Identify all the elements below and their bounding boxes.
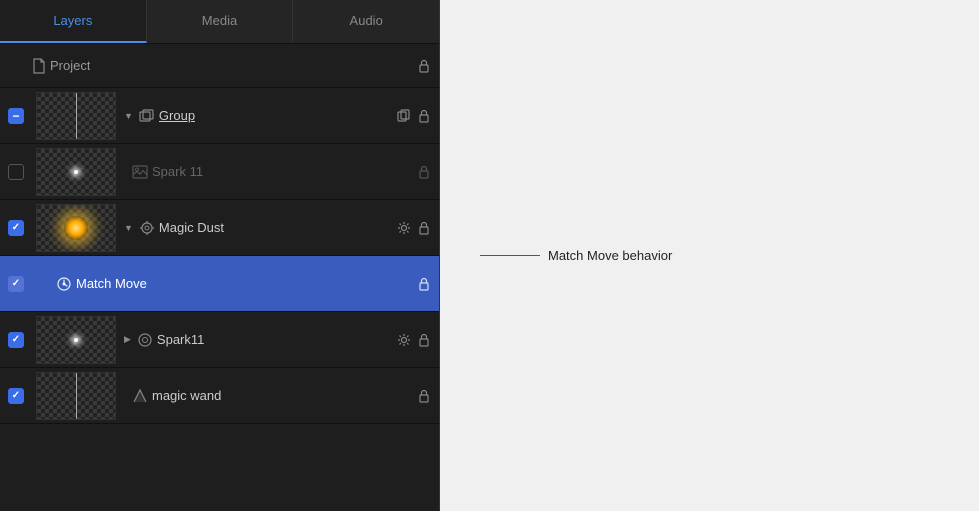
lock-icon-group: [417, 108, 431, 124]
checkbox-checked-spark11-2-icon[interactable]: [8, 332, 24, 348]
layer-info: Project: [32, 58, 417, 74]
checkbox-magic-wand[interactable]: [0, 388, 32, 404]
layer-name-group: Group: [159, 108, 195, 123]
thumbnail-magic-dust: [36, 204, 116, 252]
checkbox-magic-dust[interactable]: [0, 220, 32, 236]
checkbox-group[interactable]: [0, 108, 32, 124]
checkbox-empty-icon[interactable]: [8, 164, 24, 180]
layer-name-magic-wand: magic wand: [152, 388, 221, 403]
document-icon: [32, 58, 46, 74]
annotation-dash: [480, 255, 540, 256]
play-icon: ▶: [124, 334, 131, 345]
thumbnail-spark11: [36, 148, 116, 196]
lock-icon-match-move: [417, 276, 431, 292]
checkbox-spark11[interactable]: [0, 164, 32, 180]
triangle-icon: ▼: [124, 111, 133, 121]
layer-icons-spark11-2: [397, 332, 431, 348]
layer-info-spark11: Spark 11: [120, 164, 417, 179]
checkbox-checked-match-move-icon[interactable]: [8, 276, 24, 292]
layer-icons-spark11: [417, 164, 431, 180]
layer-info-match-move: Match Move: [32, 276, 417, 292]
gear-icon-spark11-2[interactable]: [397, 333, 411, 347]
layer-name-spark11-2: Spark11: [157, 332, 204, 347]
lock-icon-spark11: [417, 164, 431, 180]
lock-icon: [417, 58, 431, 74]
copy-icon: [397, 109, 411, 123]
tab-audio[interactable]: Audio: [293, 0, 439, 43]
tab-bar: Layers Media Audio: [0, 0, 439, 44]
thumbnail-spark11-2: [36, 316, 116, 364]
layer-row-magic-dust[interactable]: ▼ Magic Dust: [0, 200, 439, 256]
layer-info-spark11-2: ▶ Spark11: [120, 332, 397, 348]
layer-name-magic-dust: Magic Dust: [159, 220, 224, 235]
layer-name-match-move: Match Move: [76, 276, 147, 291]
layer-icons-group: [397, 108, 431, 124]
annotation-text: Match Move behavior: [548, 248, 672, 263]
layer-icons-magic-dust: [397, 220, 431, 236]
layer-row-project[interactable]: Project: [0, 44, 439, 88]
checkbox-checked-magic-wand-icon[interactable]: [8, 388, 24, 404]
lock-icon-magic-wand: [417, 388, 431, 404]
lock-icon-magic-dust: [417, 220, 431, 236]
layer-icons-match-move: [417, 276, 431, 292]
checkbox-match-move[interactable]: [0, 276, 32, 292]
group-icon: [139, 109, 155, 123]
layer-icons: [417, 58, 431, 74]
layer-info-magic-wand: magic wand: [120, 388, 417, 404]
image-icon: [132, 165, 148, 179]
particle-icon: [139, 220, 155, 236]
layer-info-group: ▼ Group: [120, 108, 397, 123]
gear-icon-magic-dust[interactable]: [397, 221, 411, 235]
layer-name-project: Project: [50, 58, 90, 73]
layer-info-magic-dust: ▼ Magic Dust: [120, 220, 397, 236]
thumbnail-magic-wand: [36, 372, 116, 420]
layer-row-match-move[interactable]: Match Move: [0, 256, 439, 312]
annotation-area: Match Move behavior: [440, 0, 979, 511]
tab-layers[interactable]: Layers: [0, 0, 147, 43]
layers-panel: Layers Media Audio Project: [0, 0, 440, 511]
checkbox-spark11-2[interactable]: [0, 332, 32, 348]
lock-icon-spark11-2: [417, 332, 431, 348]
annotation-line: Match Move behavior: [480, 248, 672, 263]
behavior-icon: [56, 276, 72, 292]
layer-icons-magic-wand: [417, 388, 431, 404]
emitter-icon: [137, 332, 153, 348]
layer-row-spark11-2[interactable]: ▶ Spark11: [0, 312, 439, 368]
checkbox-checked-icon[interactable]: [8, 220, 24, 236]
thumbnail-group: [36, 92, 116, 140]
shape-icon: [132, 388, 148, 404]
layer-row-group[interactable]: ▼ Group: [0, 88, 439, 144]
tab-media[interactable]: Media: [147, 0, 294, 43]
triangle-icon-magic-dust: ▼: [124, 223, 133, 233]
layer-row-magic-wand[interactable]: magic wand: [0, 368, 439, 424]
layer-name-spark11: Spark 11: [152, 164, 203, 179]
layers-list: Project ▼: [0, 44, 439, 511]
checkbox-minus-icon[interactable]: [8, 108, 24, 124]
layer-row-spark11[interactable]: Spark 11: [0, 144, 439, 200]
